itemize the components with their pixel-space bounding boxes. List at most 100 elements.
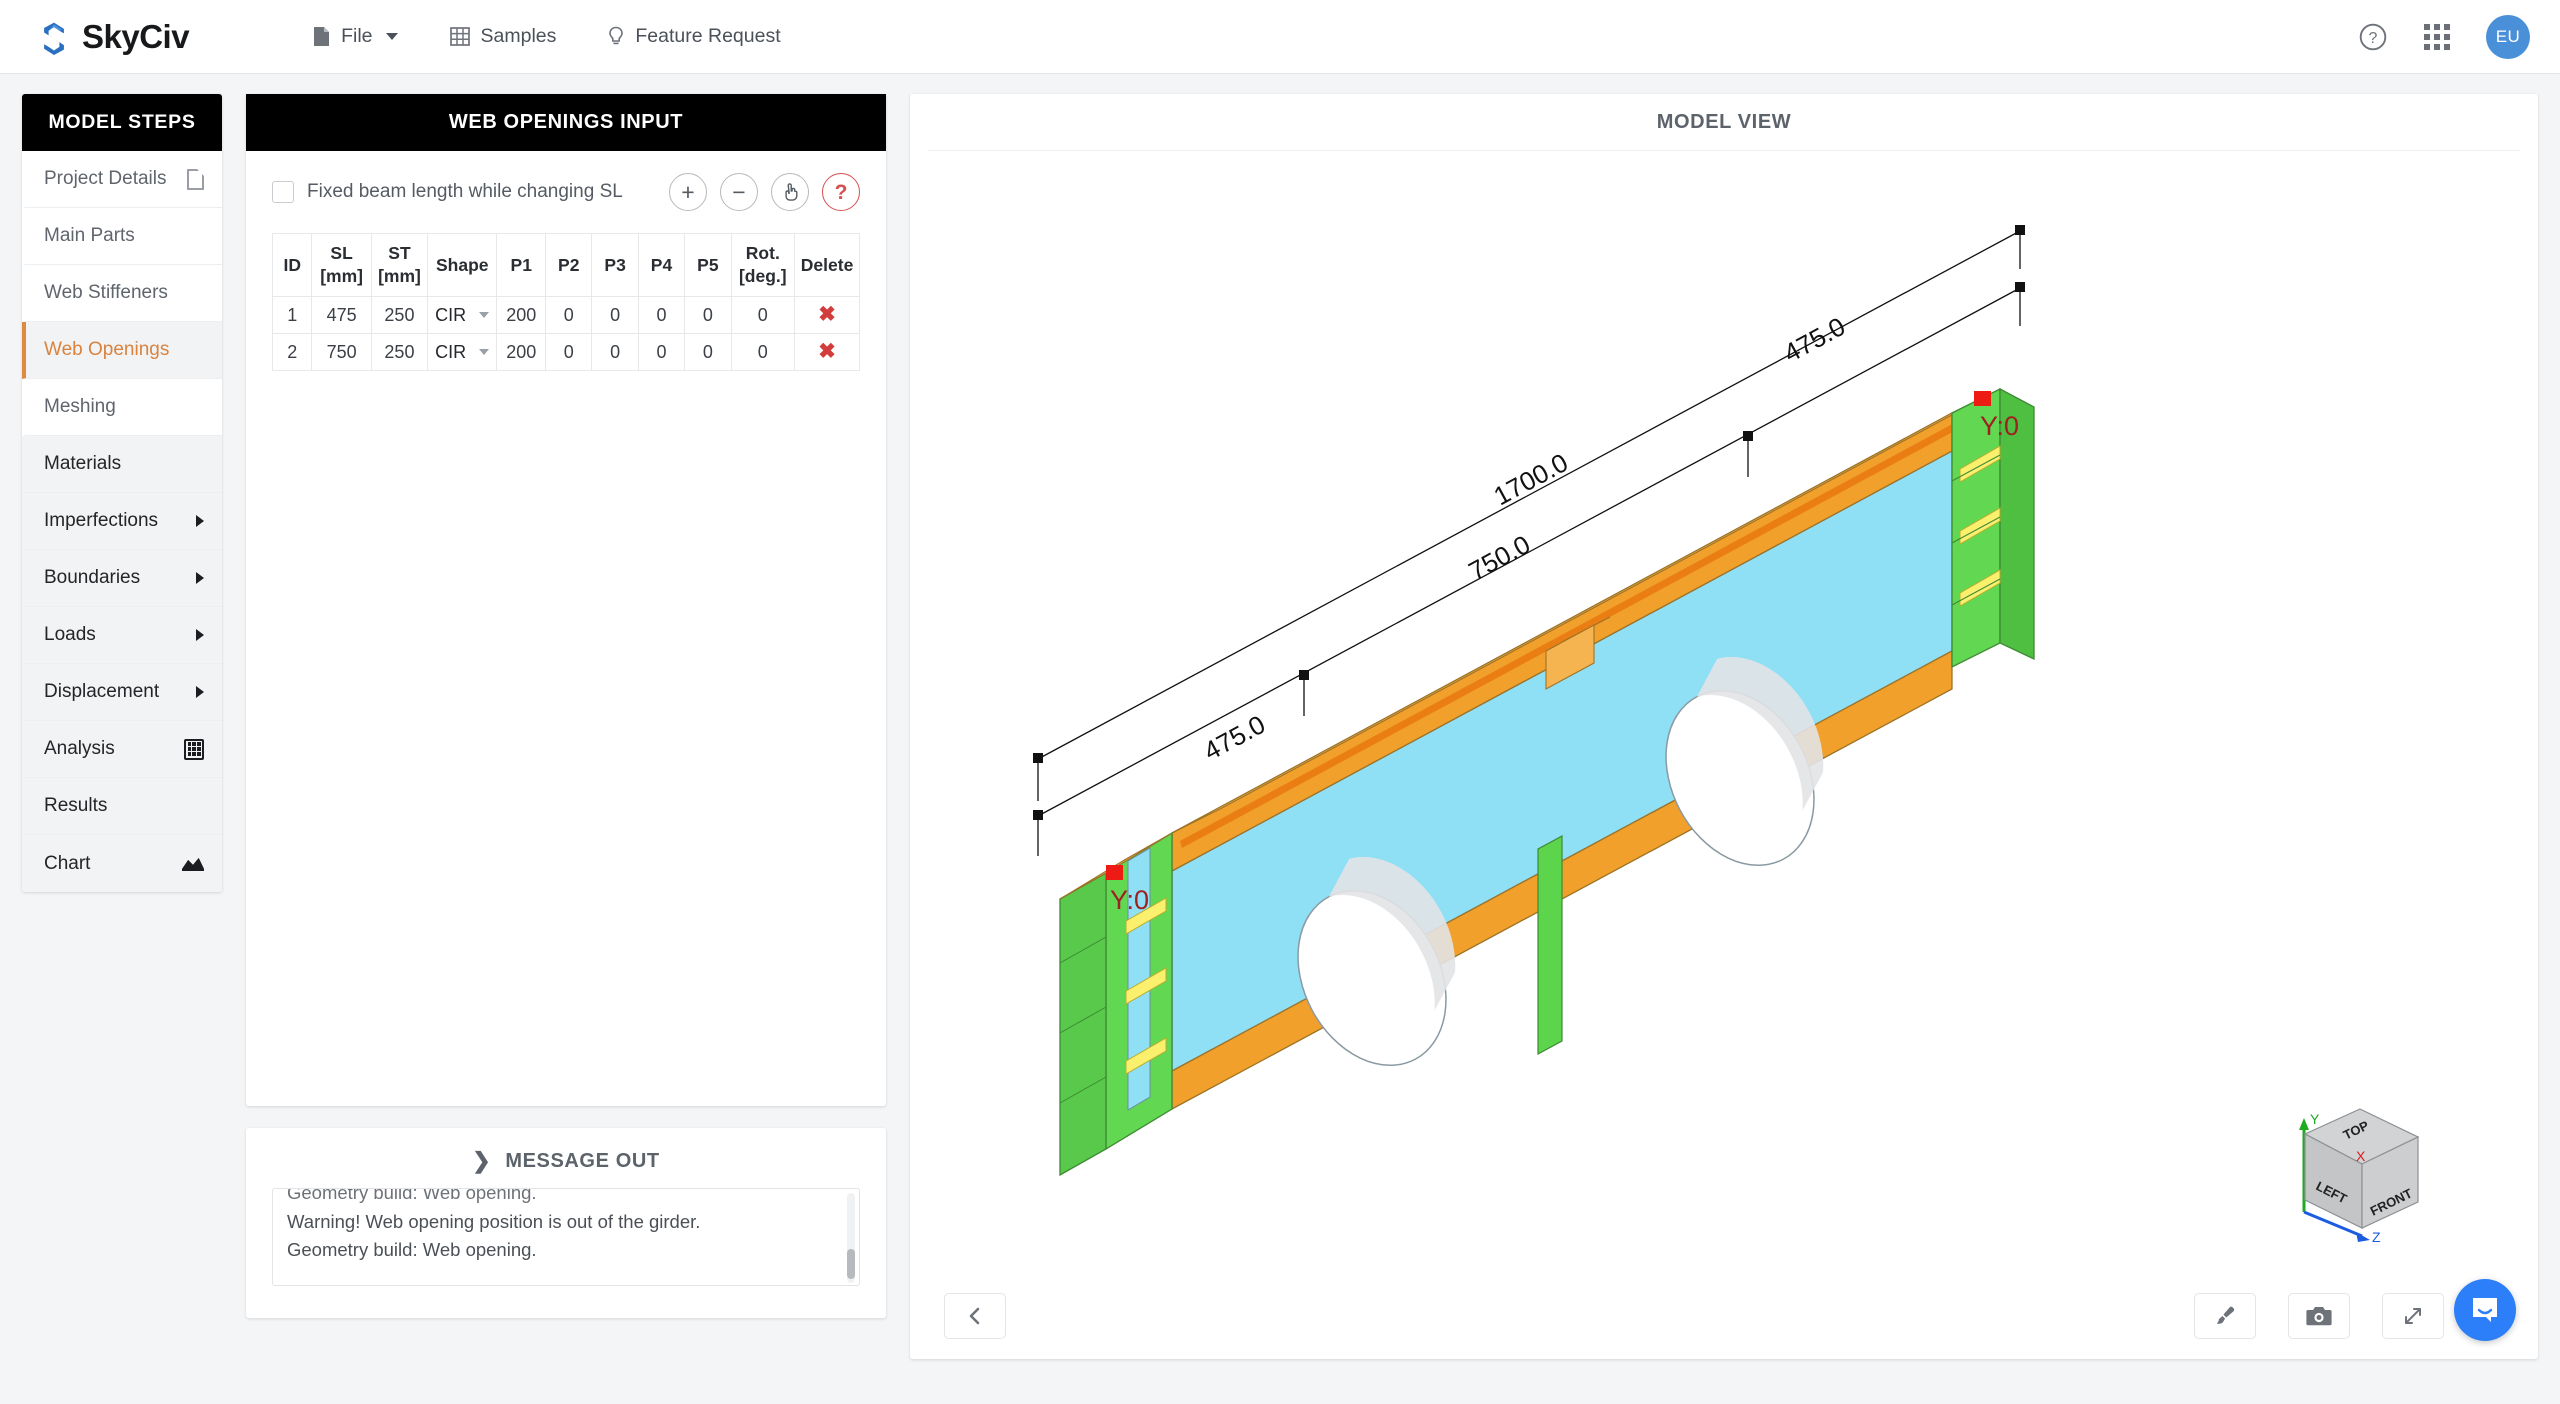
fullscreen-button[interactable] — [2382, 1293, 2444, 1339]
help-circle-icon[interactable]: ? — [2358, 22, 2388, 52]
file-icon — [314, 27, 330, 46]
sidebar-label: Analysis — [44, 738, 115, 759]
message-scrollbar-thumb[interactable] — [847, 1249, 855, 1279]
table-head: ID SL [mm] ST [mm] Shape P1 P2 P3 P4 P5 … — [271, 232, 860, 298]
page-body: MODEL STEPS Project Details Main Parts W… — [0, 74, 2560, 1404]
dim-label-475-left: 475.0 — [1199, 709, 1271, 766]
sidebar-item-loads[interactable]: Loads — [22, 607, 222, 664]
fixed-beam-length-checkbox[interactable] — [272, 181, 294, 203]
top-right-actions: ? EU — [2358, 14, 2530, 59]
sidebar-item-materials[interactable]: Materials — [22, 436, 222, 493]
cell-p4[interactable]: 0 — [637, 296, 686, 335]
cell-delete[interactable]: ✖ — [794, 296, 860, 335]
sidebar-item-meshing[interactable]: Meshing — [22, 379, 222, 436]
cell-st[interactable]: 250 — [370, 333, 429, 372]
left-stiffener-side — [1059, 871, 1107, 1177]
cell-p3[interactable]: 0 — [591, 333, 639, 372]
calculator-icon — [184, 738, 204, 760]
sidebar-item-results[interactable]: Results — [22, 778, 222, 835]
cell-p5[interactable]: 0 — [684, 333, 732, 372]
help-button[interactable]: ? — [822, 173, 860, 211]
cell-id: 1 — [271, 296, 313, 335]
view-tool-buttons — [2194, 1293, 2444, 1339]
mid-stiffener — [1537, 834, 1563, 1056]
message-out-log[interactable]: Geometry build: Web opening. Warning! We… — [272, 1188, 860, 1286]
cell-shape[interactable]: CIR — [427, 333, 498, 372]
sidebar-label: Project Details — [44, 168, 167, 189]
fixed-beam-length-checkbox-row[interactable]: Fixed beam length while changing SL — [272, 181, 623, 203]
shape-select[interactable]: CIR — [428, 342, 496, 363]
message-out-header[interactable]: ❯ MESSAGE OUT — [246, 1128, 886, 1188]
column-header-p2: P2 — [545, 232, 593, 298]
cell-p2[interactable]: 0 — [545, 296, 593, 335]
cell-id: 2 — [271, 333, 313, 372]
delete-row-icon[interactable]: ✖ — [818, 340, 836, 363]
sidebar-item-project-details[interactable]: Project Details — [22, 151, 222, 208]
cell-p1[interactable]: 200 — [496, 333, 547, 372]
sidebar-item-chart[interactable]: Chart — [22, 835, 222, 892]
cell-rot[interactable]: 0 — [730, 333, 796, 372]
column-header-p5: P5 — [684, 232, 732, 298]
fixed-beam-length-label: Fixed beam length while changing SL — [307, 181, 623, 202]
origin-marker-left — [1106, 865, 1123, 880]
sidebar-label: Imperfections — [44, 510, 159, 531]
render-style-button[interactable] — [2194, 1293, 2256, 1339]
sidebar-item-analysis[interactable]: Analysis — [22, 721, 222, 778]
view-orientation-cube[interactable]: Y Z TOP LEFT FRONT X — [2288, 1104, 2438, 1249]
topnav-item-file[interactable]: File — [287, 15, 423, 58]
cell-p5[interactable]: 0 — [684, 296, 732, 335]
column-header-p1: P1 — [496, 232, 547, 298]
remove-row-button[interactable]: − — [720, 173, 758, 211]
chevron-down-icon — [479, 312, 490, 319]
sidebar-item-web-openings[interactable]: Web Openings — [22, 322, 222, 379]
topnav-item-samples[interactable]: Samples — [424, 15, 583, 58]
camera-icon — [2306, 1307, 2332, 1326]
previous-view-button[interactable] — [944, 1293, 1006, 1339]
user-avatar[interactable]: EU — [2486, 14, 2530, 59]
delete-row-icon[interactable]: ✖ — [818, 303, 836, 326]
sidebar-label: Web Stiffeners — [44, 282, 168, 303]
cell-shape[interactable]: CIR — [427, 296, 498, 335]
apps-grid-icon[interactable] — [2424, 23, 2450, 50]
cell-rot[interactable]: 0 — [730, 296, 796, 335]
column-header-st: ST [mm] — [370, 232, 429, 298]
column-header-shape: Shape — [427, 232, 498, 298]
intercom-chat-button[interactable] — [2454, 1279, 2516, 1341]
column-header-p3: P3 — [591, 232, 639, 298]
cell-p2[interactable]: 0 — [545, 333, 593, 372]
message-out-panel: ❯ MESSAGE OUT Geometry build: Web openin… — [246, 1128, 886, 1318]
sidebar-item-main-parts[interactable]: Main Parts — [22, 208, 222, 265]
sidebar-label: Main Parts — [44, 225, 135, 246]
sidebar-label: Displacement — [44, 681, 160, 702]
screenshot-button[interactable] — [2288, 1293, 2350, 1339]
cell-p4[interactable]: 0 — [637, 333, 686, 372]
chevron-down-icon — [385, 33, 398, 40]
add-row-button[interactable]: + — [669, 173, 707, 211]
origin-label-right: Y:0 — [1980, 411, 2019, 441]
cell-sl[interactable]: 750 — [311, 333, 372, 372]
message-line: Geometry build: Web opening. — [287, 1188, 537, 1203]
shape-select[interactable]: CIR — [428, 305, 496, 326]
sidebar-item-imperfections[interactable]: Imperfections — [22, 493, 222, 550]
right-end-stiffener-group: Y:0 — [1951, 387, 2035, 669]
brand-logo[interactable]: SkyCiv — [36, 18, 190, 56]
chevron-right-icon — [196, 515, 204, 527]
sidebar-item-displacement[interactable]: Displacement — [22, 664, 222, 721]
nav-cube-svg: Y Z TOP LEFT FRONT X — [2299, 1108, 2420, 1245]
cell-p1[interactable]: 200 — [496, 296, 547, 335]
sidebar-label: Chart — [44, 852, 91, 874]
message-line: Warning! Web opening position is out of … — [287, 1210, 701, 1232]
sidebar-item-boundaries[interactable]: Boundaries — [22, 550, 222, 607]
cell-p3[interactable]: 0 — [591, 296, 639, 335]
topnav-label-file: File — [341, 25, 373, 47]
table-row: 1 475 250 CIR 200 0 0 0 0 0 ✖ — [271, 296, 860, 335]
cell-sl[interactable]: 475 — [311, 296, 372, 335]
topnav-item-feature-request[interactable]: Feature Request — [582, 15, 806, 58]
cell-st[interactable]: 250 — [370, 296, 429, 335]
dim-label-750: 750.0 — [1464, 529, 1536, 586]
pick-button[interactable] — [771, 173, 809, 211]
chevron-left-icon — [969, 1307, 980, 1325]
cell-delete[interactable]: ✖ — [794, 333, 860, 372]
sidebar-item-web-stiffeners[interactable]: Web Stiffeners — [22, 265, 222, 322]
origin-marker-right — [1974, 391, 1991, 406]
